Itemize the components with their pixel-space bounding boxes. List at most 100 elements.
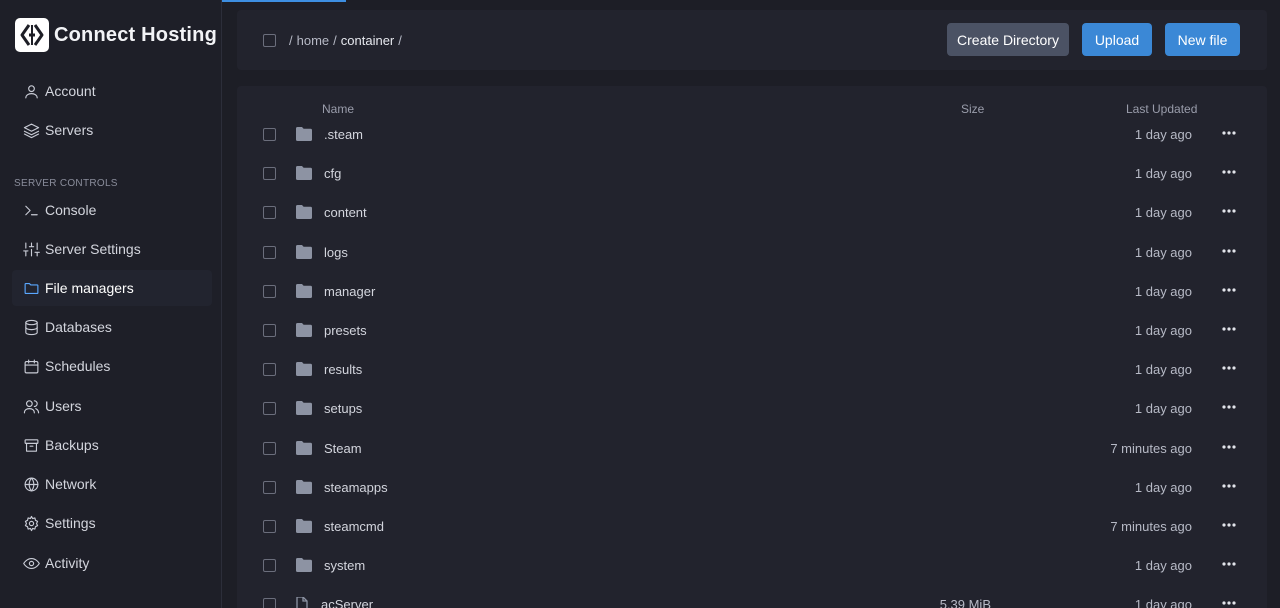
more-options-icon[interactable] — [1219, 478, 1239, 494]
file-name[interactable]: Steam — [324, 441, 362, 456]
sidebar-item-servers[interactable]: Servers — [12, 112, 212, 148]
sidebar-item-settings[interactable]: Settings — [12, 505, 212, 541]
sidebar-item-account[interactable]: Account — [12, 73, 212, 109]
file-name[interactable]: manager — [324, 284, 375, 299]
row-checkbox[interactable] — [263, 167, 276, 181]
table-row[interactable]: content 1 day ago — [237, 193, 1267, 232]
file-last-updated: 1 day ago — [1134, 244, 1192, 260]
brand-name: Connect Hosting — [54, 23, 217, 46]
table-row[interactable]: acServer 5.39 MiB 1 day ago — [237, 585, 1267, 608]
file-name[interactable]: results — [324, 362, 362, 377]
folder-icon — [22, 279, 40, 297]
create-directory-button[interactable]: Create Directory — [947, 23, 1069, 56]
file-name[interactable]: logs — [324, 245, 348, 260]
file-last-updated: 1 day ago — [1134, 283, 1192, 299]
sidebar-item-label: Users — [45, 398, 82, 414]
sidebar-item-file-managers[interactable]: File managers — [12, 270, 212, 306]
more-options-icon[interactable] — [1219, 164, 1239, 180]
table-row[interactable]: setups 1 day ago — [237, 389, 1267, 428]
file-list: Name Size Last Updated .steam 1 day ago cf… — [237, 86, 1267, 608]
table-row[interactable]: logs 1 day ago — [237, 233, 1267, 272]
row-checkbox[interactable] — [263, 480, 276, 494]
table-row[interactable]: cfg 1 day ago — [237, 154, 1267, 193]
users-icon — [22, 397, 40, 415]
select-all-checkbox[interactable] — [263, 34, 276, 47]
sidebar-item-backups[interactable]: Backups — [12, 427, 212, 463]
more-options-icon[interactable] — [1219, 517, 1239, 533]
row-checkbox[interactable] — [263, 245, 276, 259]
row-checkbox[interactable] — [263, 402, 276, 416]
more-options-icon[interactable] — [1219, 125, 1239, 141]
folder-icon — [296, 401, 312, 416]
sidebar-item-console[interactable]: Console — [12, 192, 212, 228]
breadcrumb-home[interactable]: home — [297, 33, 330, 48]
sidebar-item-label: Servers — [45, 122, 94, 138]
sidebar-item-databases[interactable]: Databases — [12, 309, 212, 345]
row-checkbox[interactable] — [263, 441, 276, 455]
file-size: 5.39 MiB — [939, 597, 991, 608]
more-options-icon[interactable] — [1219, 282, 1239, 298]
folder-icon — [296, 362, 312, 377]
sidebar-item-network[interactable]: Network — [12, 466, 212, 502]
more-options-icon[interactable] — [1219, 439, 1239, 455]
row-checkbox[interactable] — [263, 598, 276, 608]
more-options-icon[interactable] — [1219, 243, 1239, 259]
file-name[interactable]: cfg — [324, 166, 341, 181]
file-name[interactable]: steamcmd — [324, 519, 384, 534]
file-name[interactable]: content — [324, 205, 367, 220]
more-options-icon[interactable] — [1219, 595, 1239, 608]
file-manager-header: / home / container / Create Directory Up… — [237, 10, 1267, 70]
more-options-icon[interactable] — [1219, 203, 1239, 219]
table-row[interactable]: steamapps 1 day ago — [237, 468, 1267, 507]
table-row[interactable]: results 1 day ago — [237, 350, 1267, 389]
sidebar-item-schedules[interactable]: Schedules — [12, 348, 212, 384]
file-name[interactable]: steamapps — [324, 480, 388, 495]
sidebar-item-server-settings[interactable]: Server Settings — [12, 231, 212, 267]
row-checkbox[interactable] — [263, 324, 276, 337]
row-checkbox[interactable] — [263, 559, 276, 573]
breadcrumb-separator: / — [333, 33, 337, 48]
more-options-icon[interactable] — [1219, 321, 1239, 337]
column-header-size[interactable]: Size — [961, 102, 984, 116]
file-name[interactable]: presets — [324, 323, 367, 338]
sidebar-item-users[interactable]: Users — [12, 388, 212, 424]
table-row[interactable]: manager 1 day ago — [237, 272, 1267, 311]
column-header-name[interactable]: Name — [322, 102, 354, 116]
file-name[interactable]: .steam — [324, 127, 363, 142]
row-checkbox[interactable] — [263, 206, 276, 220]
table-row[interactable]: system 1 day ago — [237, 546, 1267, 585]
row-checkbox[interactable] — [263, 363, 276, 377]
folder-icon — [296, 127, 312, 141]
column-header-last-updated[interactable]: Last Updated — [1126, 102, 1197, 116]
more-options-icon[interactable] — [1219, 556, 1239, 572]
breadcrumb-current[interactable]: container — [341, 33, 394, 48]
row-checkbox[interactable] — [263, 284, 276, 298]
user-icon — [22, 82, 40, 100]
file-name[interactable]: acServer — [321, 597, 373, 608]
file-last-updated: 7 minutes ago — [1110, 440, 1192, 456]
sidebar-item-label: Databases — [45, 319, 112, 335]
sidebar-item-label: Activity — [45, 555, 90, 571]
table-row[interactable]: presets 1 day ago — [237, 311, 1267, 350]
sidebar-item-label: Network — [45, 476, 97, 492]
row-checkbox[interactable] — [263, 128, 276, 141]
file-name[interactable]: setups — [324, 401, 362, 416]
breadcrumb-separator: / — [289, 33, 293, 48]
database-icon — [22, 318, 40, 336]
more-options-icon[interactable] — [1219, 399, 1239, 415]
new-file-button[interactable]: New file — [1165, 23, 1240, 56]
file-name[interactable]: system — [324, 558, 365, 573]
brand[interactable]: Connect Hosting — [15, 18, 217, 52]
sidebar-item-label: File managers — [45, 280, 134, 296]
upload-button[interactable]: Upload — [1082, 23, 1152, 56]
more-options-icon[interactable] — [1219, 360, 1239, 376]
table-row[interactable]: steamcmd 7 minutes ago — [237, 507, 1267, 546]
row-checkbox[interactable] — [263, 520, 276, 533]
table-row[interactable]: .steam 1 day ago — [237, 115, 1267, 154]
sidebar-item-label: Settings — [45, 515, 96, 531]
section-label-server-controls: SERVER CONTROLS — [14, 178, 118, 189]
archive-icon — [22, 436, 40, 454]
breadcrumb: / home / container / — [289, 33, 402, 48]
table-row[interactable]: Steam 7 minutes ago — [237, 429, 1267, 468]
sidebar-item-activity[interactable]: Activity — [12, 545, 212, 581]
